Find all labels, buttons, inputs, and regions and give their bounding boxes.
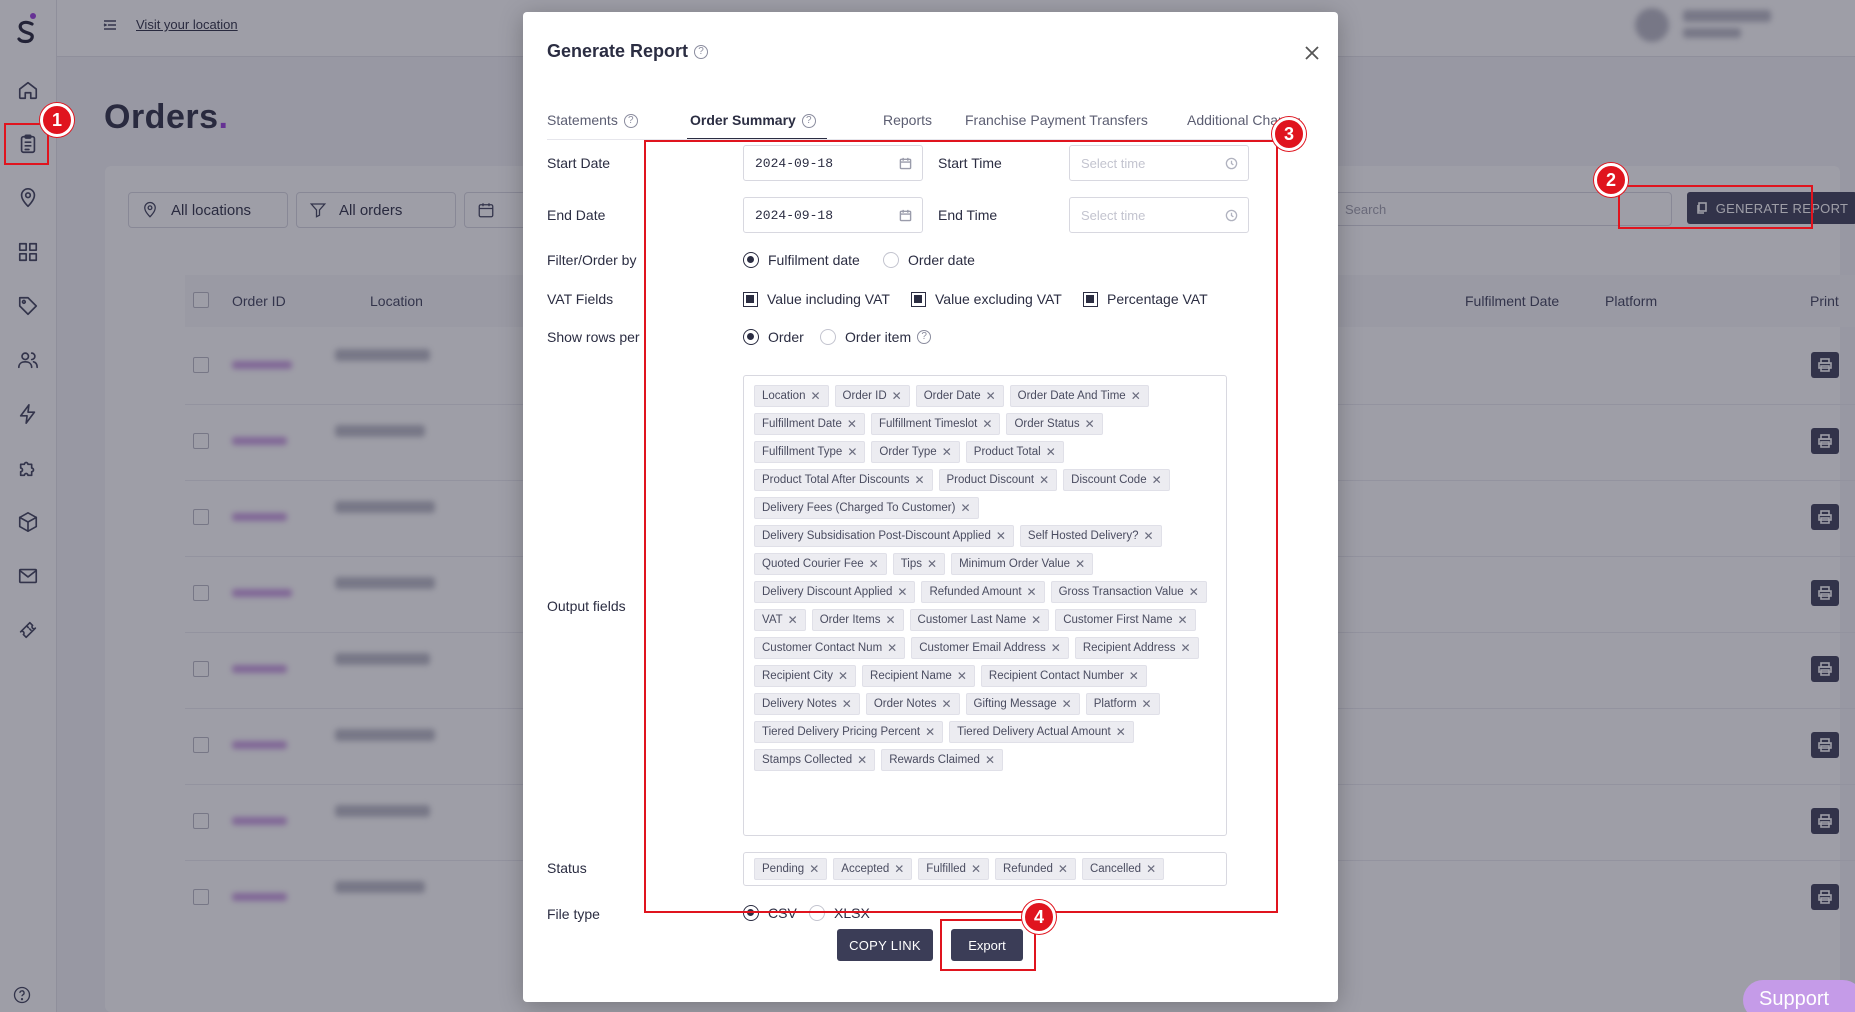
- support-label: Support: [1759, 988, 1830, 1010]
- output-fields-label: Output fields: [547, 598, 626, 614]
- annotation-badge-3: 3: [1272, 117, 1306, 151]
- tab-statements[interactable]: Statements?: [547, 112, 638, 129]
- tab-additional-charges[interactable]: Additional Char: [1187, 112, 1283, 128]
- vat-fields-label: VAT Fields: [547, 291, 614, 307]
- annotation-badge-2: 2: [1594, 163, 1628, 197]
- close-icon[interactable]: [1303, 44, 1321, 62]
- show-rows-per-label: Show rows per: [547, 329, 640, 345]
- report-tabs: Statements? Order Summary? Reports Franc…: [547, 96, 1307, 140]
- file-type-label: File type: [547, 906, 600, 922]
- start-date-label: Start Date: [547, 155, 611, 171]
- annotation-badge-4: 4: [1022, 900, 1056, 934]
- tab-franchise-payment-transfers[interactable]: Franchise Payment Transfers: [965, 112, 1148, 128]
- copy-link-button[interactable]: COPY LINK: [837, 929, 933, 961]
- help-icon: ?: [623, 114, 638, 129]
- modal-title: Generate Report?: [547, 41, 709, 62]
- help-icon[interactable]: ?: [694, 45, 709, 60]
- help-icon: ?: [801, 114, 816, 129]
- annotation-box-2: [1618, 185, 1813, 229]
- annotation-badge-1: 1: [40, 103, 74, 137]
- tab-reports[interactable]: Reports: [883, 112, 932, 128]
- support-button[interactable]: Support: [1743, 980, 1855, 1012]
- status-label: Status: [547, 860, 587, 876]
- annotation-box-3: [644, 140, 1278, 913]
- filter-order-by-label: Filter/Order by: [547, 252, 637, 268]
- tab-order-summary[interactable]: Order Summary?: [690, 112, 816, 129]
- end-date-label: End Date: [547, 207, 606, 223]
- annotation-box-4: [940, 919, 1036, 971]
